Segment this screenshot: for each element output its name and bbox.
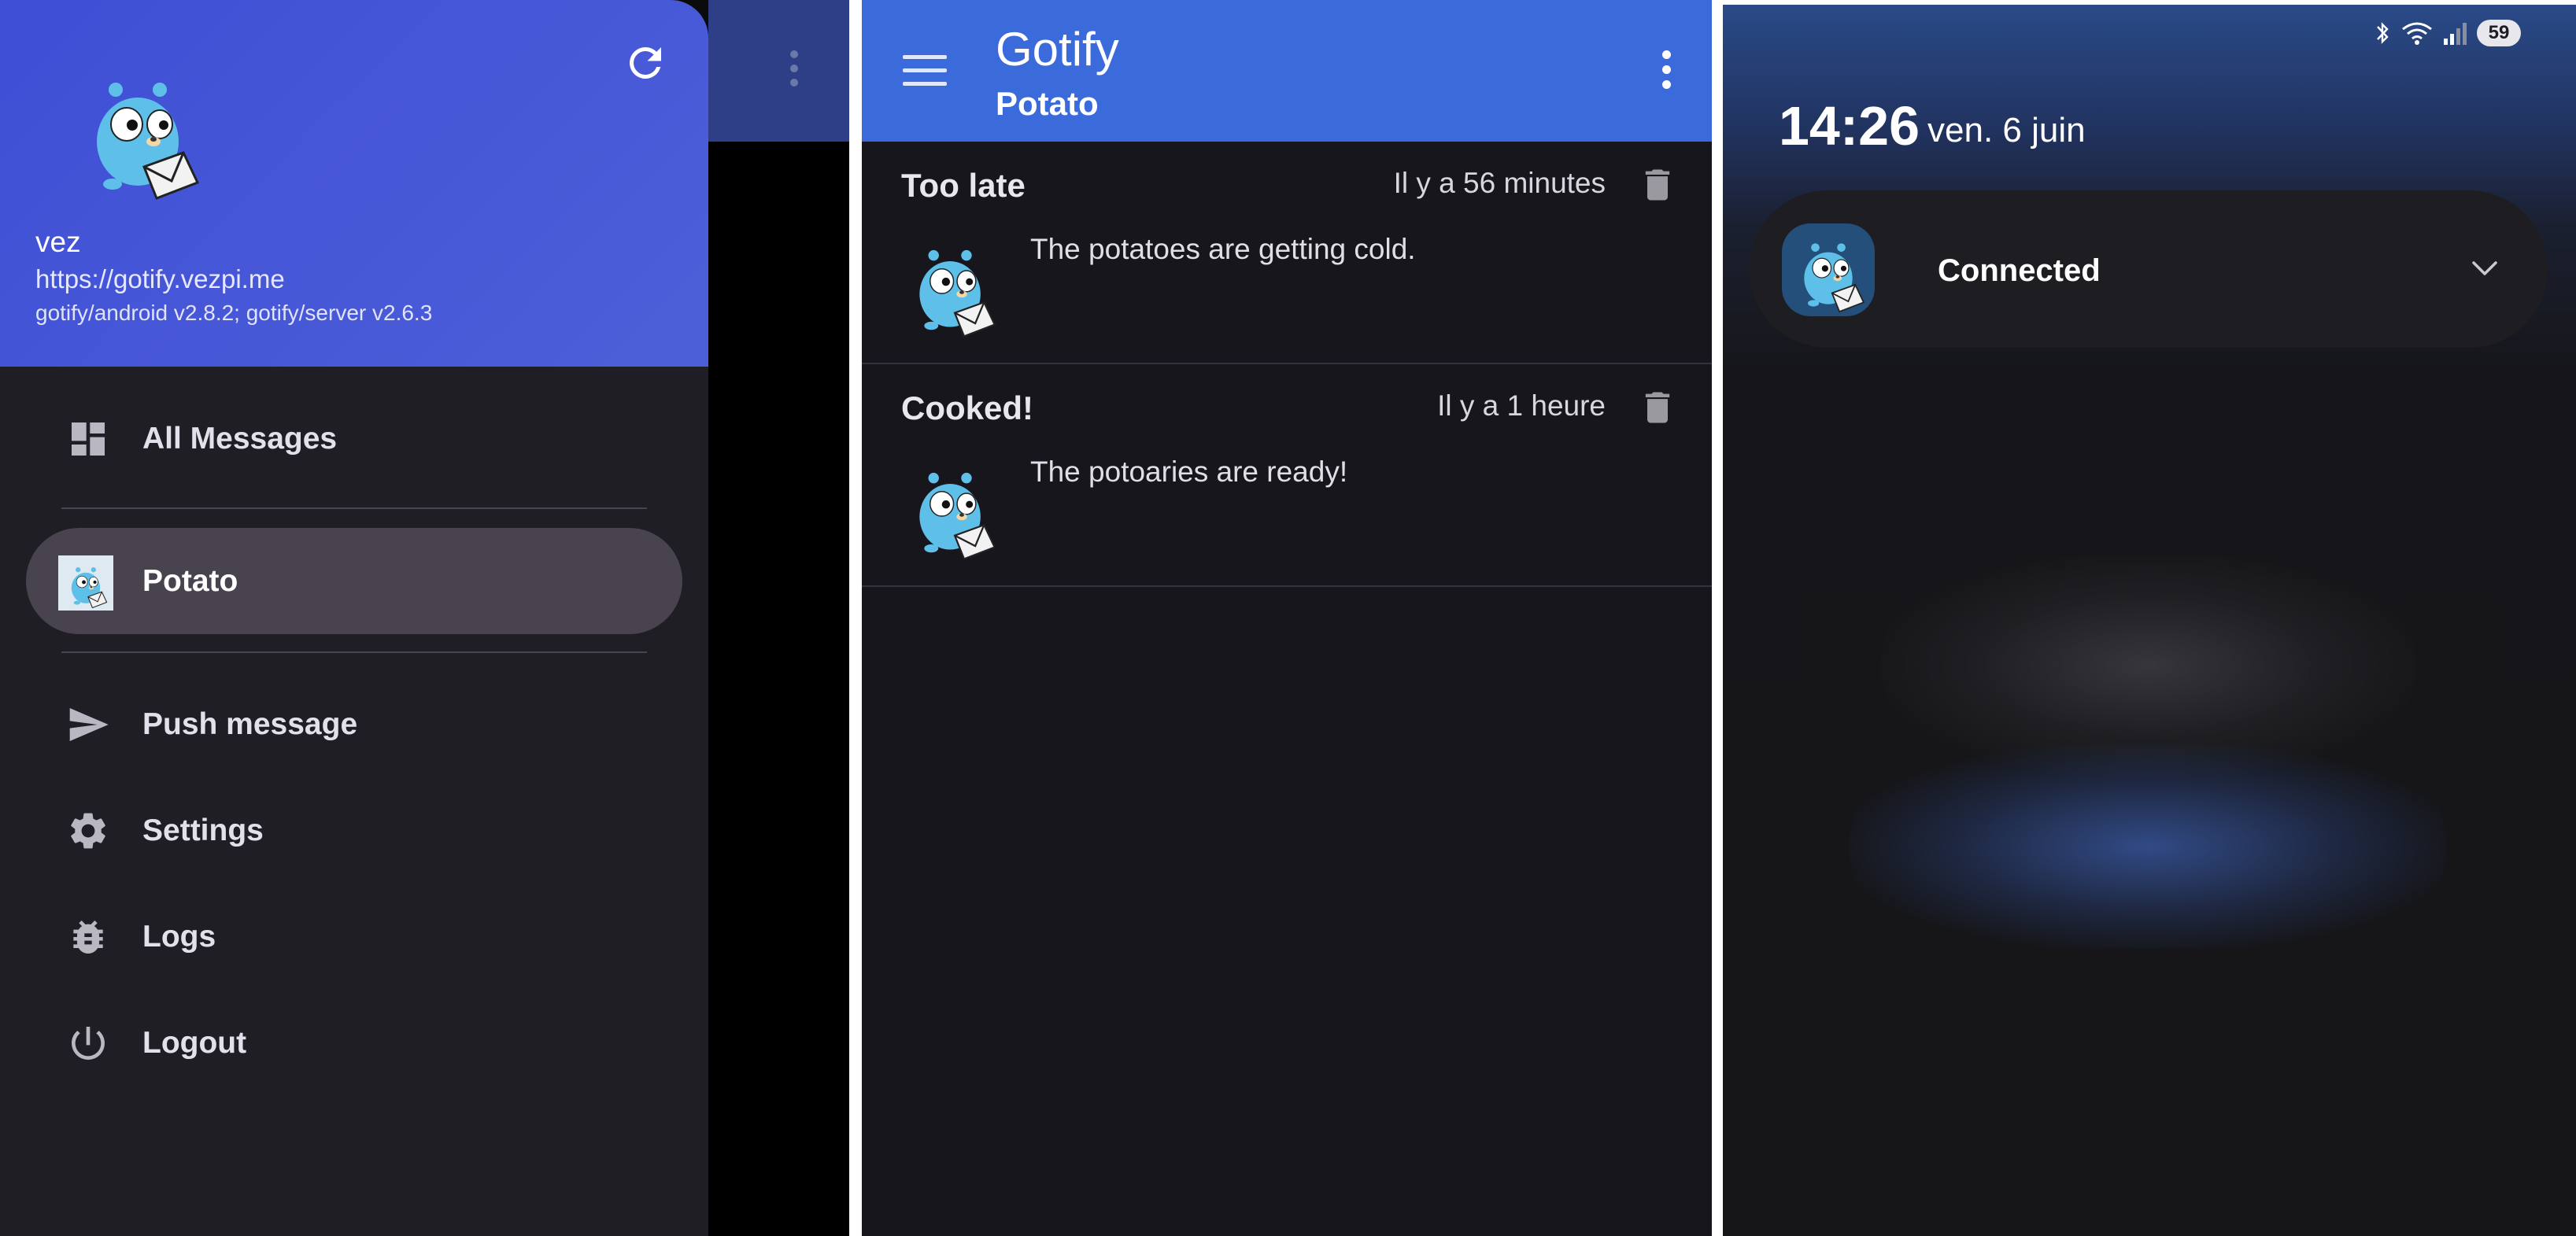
navigation-drawer-screen: vez https://gotify.vezpi.me gotify/andro… <box>0 0 849 1236</box>
blurred-content <box>1880 555 2415 776</box>
gear-icon <box>71 813 105 849</box>
message-item[interactable]: Too late Il y a 56 minutes The potatoes … <box>862 142 1712 364</box>
navigation-drawer: vez https://gotify.vezpi.me gotify/andro… <box>0 0 708 1236</box>
drawer-server-url: https://gotify.vezpi.me <box>35 264 285 293</box>
power-icon <box>72 1027 105 1060</box>
wifi-icon <box>2402 22 2432 45</box>
signal-icon <box>2444 23 2467 45</box>
dashboard-icon <box>72 422 105 456</box>
drawer-username: vez <box>35 226 81 258</box>
lock-time: 14:26 <box>1779 95 1920 157</box>
nav-item-label: Logout <box>142 1026 247 1060</box>
notification-card[interactable]: Connected <box>1749 190 2548 348</box>
bug-icon <box>73 921 103 954</box>
nav-item-push-message[interactable]: Push message <box>0 681 708 768</box>
blurred-content <box>1849 744 2447 949</box>
message-title: Too late <box>901 167 1026 204</box>
nav-item-potato[interactable]: Potato <box>0 538 708 625</box>
app-subtitle: Potato <box>996 85 1099 122</box>
refresh-icon[interactable] <box>622 39 669 87</box>
message-body: The potatoes are getting cold. <box>1030 233 1416 265</box>
delete-icon[interactable] <box>1637 160 1678 209</box>
nav-item-label: Potato <box>142 564 238 598</box>
nav-item-logs[interactable]: Logs <box>0 894 708 980</box>
nav-item-all-messages[interactable]: All Messages <box>0 396 708 482</box>
gopher-app-icon <box>1782 223 1875 316</box>
lock-date: ven. 6 juin <box>1927 111 2086 149</box>
message-date: Il y a 1 heure <box>1437 389 1606 422</box>
nav-item-label: All Messages <box>142 422 338 456</box>
message-body: The potoaries are ready! <box>1030 456 1348 488</box>
drawer-version: gotify/android v2.8.2; gotify/server v2.… <box>35 301 433 325</box>
battery-indicator: 59 <box>2477 20 2521 46</box>
nav-divider <box>61 507 647 509</box>
bluetooth-icon <box>2377 22 2389 44</box>
send-icon <box>69 708 109 741</box>
nav-item-label: Push message <box>142 707 358 741</box>
message-item[interactable]: Cooked! Il y a 1 heure The potoaries are… <box>862 364 1712 587</box>
nav-item-settings[interactable]: Settings <box>0 788 708 874</box>
status-bar: 59 <box>2373 17 2521 49</box>
message-avatar <box>901 451 1010 559</box>
nav-item-logout[interactable]: Logout <box>0 1000 708 1087</box>
message-title: Cooked! <box>901 389 1033 426</box>
app-title: Gotify <box>996 23 1119 76</box>
message-avatar <box>901 228 1010 337</box>
drawer-header: vez https://gotify.vezpi.me gotify/andro… <box>0 0 708 367</box>
delete-icon[interactable] <box>1637 383 1678 432</box>
app-bar: Gotify Potato <box>862 0 1712 142</box>
app-bar-behind <box>708 0 849 142</box>
chevron-down-icon[interactable] <box>2469 256 2500 280</box>
drawer-scrim[interactable] <box>708 142 849 1236</box>
menu-icon[interactable] <box>903 55 947 87</box>
messages-screen: Gotify Potato Too late Il y a 56 minutes… <box>862 0 1712 1236</box>
more-vert-icon <box>789 50 799 91</box>
more-vert-icon[interactable] <box>1661 50 1672 94</box>
lockscreen-notification: 59 14:26 ven. 6 juin Connected <box>1723 5 2576 1236</box>
notification-text: Connected <box>1938 253 2101 288</box>
gopher-logo <box>95 81 199 200</box>
gopher-app-icon <box>58 555 113 611</box>
nav-item-label: Logs <box>142 920 216 954</box>
message-date: Il y a 56 minutes <box>1393 167 1606 199</box>
nav-item-label: Settings <box>142 814 264 847</box>
nav-divider <box>61 651 647 653</box>
